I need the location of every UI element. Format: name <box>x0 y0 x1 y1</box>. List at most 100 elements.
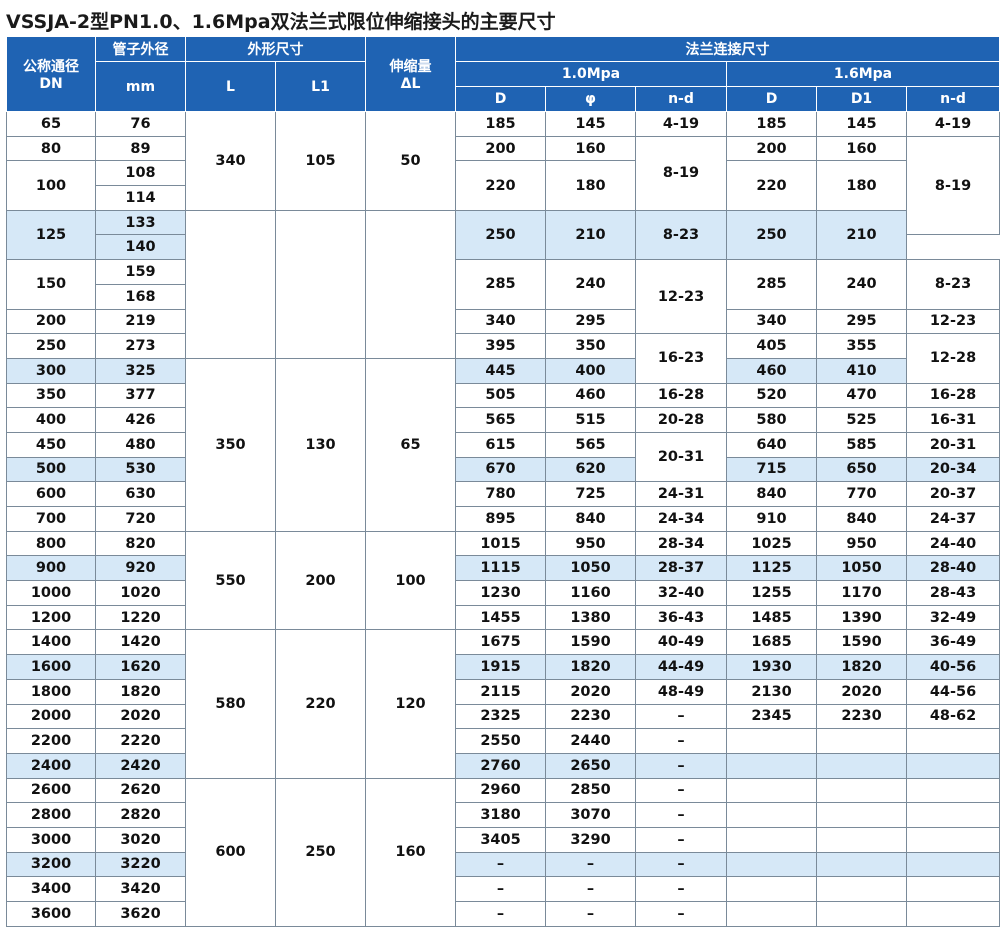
cell-phi-10: 1050 <box>545 555 636 582</box>
cell-D1-16 <box>816 752 907 779</box>
cell-pipe-od: 630 <box>95 481 186 507</box>
cell-nd-16: 24-40 <box>905 530 1000 557</box>
cell-D-10: 285 <box>455 259 546 310</box>
cell-pipe-od: 108 <box>95 160 186 187</box>
cell-phi-10: 2850 <box>545 777 636 804</box>
cell-stroke: 65 <box>365 357 456 532</box>
cell-nd-16: 36-49 <box>905 629 1000 656</box>
cell-D-10: 3180 <box>455 802 546 828</box>
cell-D-10: 2115 <box>455 678 546 705</box>
cell-nd-16 <box>905 876 1000 902</box>
cell-nd-10: 40-49 <box>635 629 727 656</box>
table-row: 500 530 670 620 715 650 20-34 <box>6 456 1000 483</box>
cell-pipe-od: 2620 <box>95 777 186 804</box>
cell-D1-16: 210 <box>816 209 907 261</box>
cell-nd-16 <box>905 777 1000 804</box>
cell-D-10: 200 <box>455 135 546 162</box>
cell-D1-16: 525 <box>816 407 907 433</box>
cell-D-16: 2345 <box>726 703 817 730</box>
cell-phi-10: 3070 <box>545 802 636 828</box>
cell-dn: 350 <box>6 382 96 409</box>
table-row: 1800 1820 2115 2020 48-49 2130 2020 44-56 <box>6 678 1000 705</box>
cell-L: 340 <box>185 111 276 211</box>
table-row: 125 133 250 210 8-23 250 210 <box>6 209 1000 359</box>
cell-dn: 100 <box>6 160 96 211</box>
cell-nd-10: – <box>635 851 727 878</box>
cell-dn: 1800 <box>6 678 96 705</box>
cell-D-10: 2550 <box>455 728 546 754</box>
cell-pipe-od: 920 <box>95 555 186 582</box>
cell-D1-16: 1590 <box>816 629 907 656</box>
cell-L: 550 <box>185 530 276 631</box>
cell-nd-16: 20-34 <box>905 456 1000 483</box>
cell-pipe-od: 1620 <box>95 654 186 680</box>
table-row: 800 820 550 200 100 1015 950 28-34 1025 950 24-40 <box>6 530 1000 631</box>
cell-pipe-od: 325 <box>95 357 186 384</box>
cell-D1-16 <box>816 777 907 804</box>
cell-stroke <box>365 209 456 359</box>
cell-phi-10: 565 <box>545 431 636 458</box>
cell-nd-10: 4-19 <box>635 111 727 137</box>
cell-phi-10: 2650 <box>545 752 636 779</box>
cell-phi-10: 1590 <box>545 629 636 656</box>
cell-pipe-od: 1020 <box>95 580 186 606</box>
cell-nd-10: 44-49 <box>635 654 727 680</box>
header-D1-16: D1 <box>816 86 907 112</box>
cell-D-16: 200 <box>726 135 817 162</box>
cell-D-16: 580 <box>726 407 817 433</box>
cell-D1-16: 950 <box>816 530 907 557</box>
cell-nd-16: 44-56 <box>905 678 1000 705</box>
cell-D1-16: 2020 <box>816 678 907 705</box>
cell-nd-16: 20-31 <box>905 431 1000 458</box>
cell-dn: 450 <box>6 431 96 458</box>
cell-D-10: 1015 <box>455 530 546 557</box>
table-row: 150 159 285 240 12-23 285 240 8-23 <box>6 259 1000 335</box>
cell-D1-16: 145 <box>816 111 907 137</box>
cell-pipe-od: 377 <box>95 382 186 409</box>
table-row: 400 426 565 515 20-28 580 525 16-31 <box>6 407 1000 433</box>
cell-D-10: 505 <box>455 382 546 409</box>
cell-D-10: 2325 <box>455 703 546 730</box>
header-nd-10: n-d <box>635 86 727 112</box>
cell-D-16: 715 <box>726 456 817 483</box>
cell-D1-16: 1390 <box>816 604 907 631</box>
cell-dn: 250 <box>6 333 96 359</box>
cell-dn: 3400 <box>6 876 96 902</box>
header-pn10: 1.0Mpa <box>455 61 727 87</box>
table-row: 250 273 395 350 16-23 405 355 12-28 <box>6 333 1000 384</box>
cell-stroke: 50 <box>365 111 456 211</box>
cell-D-10: 780 <box>455 481 546 507</box>
cell-nd-10: 28-34 <box>635 530 727 557</box>
table-row: 100 108 220 180 220 180 <box>6 160 1000 211</box>
cell-phi-10: 400 <box>545 357 636 384</box>
cell-D1-16: 470 <box>816 382 907 409</box>
table-row: 1200 1220 1455 1380 36-43 1485 1390 32-49 <box>6 604 1000 631</box>
cell-phi-10: – <box>545 876 636 902</box>
cell-nd-16: 16-28 <box>905 382 1000 409</box>
cell-D-16 <box>726 752 817 779</box>
cell-D-16: 1025 <box>726 530 817 557</box>
cell-L <box>185 209 276 359</box>
cell-D-16: 460 <box>726 357 817 384</box>
cell-D-10: 1915 <box>455 654 546 680</box>
cell-phi-10: 2440 <box>545 728 636 754</box>
cell-nd-16: 20-37 <box>905 481 1000 507</box>
cell-D-10: 340 <box>455 308 546 335</box>
cell-D-10: 3405 <box>455 826 546 853</box>
header-flange: 法兰连接尺寸 <box>454 36 1000 62</box>
cell-phi-10: 2230 <box>545 703 636 730</box>
cell-dn: 1200 <box>6 604 96 631</box>
cell-D1-16 <box>816 802 907 828</box>
cell-dn: 150 <box>6 259 96 310</box>
cell-D-16: 910 <box>726 506 817 532</box>
cell-pipe-od: 273 <box>95 333 186 359</box>
cell-D-16 <box>726 802 817 828</box>
cell-D-16: 1485 <box>726 604 817 631</box>
table-row: 2000 2020 2325 2230–2345 2230 48-62 <box>6 703 1000 730</box>
cell-dn: 2600 <box>6 777 96 804</box>
page-title: VSSJA-2型PN1.0、1.6Mpa双法兰式限位伸缩接头的主要尺寸 <box>6 11 556 33</box>
cell-nd-10: – <box>635 752 727 779</box>
cell-pipe-od: 133 <box>95 209 186 236</box>
cell-phi-10: 3290 <box>545 826 636 853</box>
cell-nd-10: 48-49 <box>635 678 727 705</box>
